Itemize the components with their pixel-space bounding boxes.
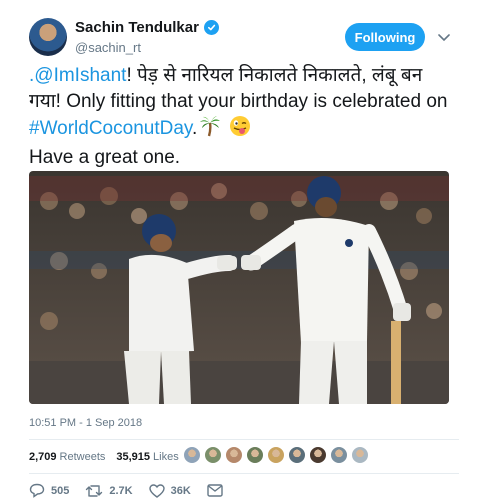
divider <box>29 439 459 440</box>
divider <box>29 473 459 474</box>
author-handle[interactable]: @sachin_rt <box>75 40 141 55</box>
author-name-row: Sachin Tendulkar <box>75 19 219 36</box>
likes-label: Likes <box>153 451 179 463</box>
retweet-count: 2.7K <box>109 484 133 497</box>
author-name[interactable]: Sachin Tendulkar <box>75 19 199 36</box>
tweet-actions: 505 2.7K 36K <box>29 483 245 498</box>
liker-avatar[interactable] <box>246 446 264 464</box>
tweet-closing-line: Have a great one. <box>29 147 181 168</box>
liker-avatar[interactable] <box>330 446 348 464</box>
palm-tree-icon <box>199 115 221 145</box>
liker-avatar[interactable] <box>183 446 201 464</box>
like-count: 36K <box>170 484 191 497</box>
verified-badge-icon <box>203 20 219 35</box>
liker-avatar[interactable] <box>351 446 369 464</box>
following-button[interactable]: Following <box>345 23 425 51</box>
tweet-punctuation: . <box>191 118 198 139</box>
heart-icon <box>148 483 165 498</box>
winking-tongue-face-icon <box>229 115 251 145</box>
liker-avatar[interactable] <box>309 446 327 464</box>
retweet-icon <box>86 484 103 497</box>
reply-count: 505 <box>51 484 70 497</box>
reply-icon <box>29 483 45 498</box>
retweets-stat[interactable]: 2,709 Retweets <box>29 451 105 463</box>
likers-avatars <box>183 446 369 464</box>
tweet-header: Sachin Tendulkar @sachin_rt Following <box>29 16 459 62</box>
envelope-icon <box>207 484 223 497</box>
like-button[interactable]: 36K <box>148 483 191 498</box>
tweet-timestamp[interactable]: 10:51 PM - 1 Sep 2018 <box>29 417 142 429</box>
cricket-photo <box>29 171 449 404</box>
tweet-photo[interactable] <box>29 171 449 404</box>
likes-stat[interactable]: 35,915 Likes <box>116 451 178 463</box>
mention-link[interactable]: .@ImIshant <box>29 65 126 86</box>
retweets-count: 2,709 <box>29 451 57 463</box>
liker-avatar[interactable] <box>204 446 222 464</box>
tweet-text: .@ImIshant! पेड़ से नारियल निकालते निकाल… <box>29 63 459 171</box>
reply-button[interactable]: 505 <box>29 483 69 498</box>
liker-avatar[interactable] <box>225 446 243 464</box>
liker-avatar[interactable] <box>267 446 285 464</box>
direct-message-button[interactable] <box>207 484 229 497</box>
retweet-button[interactable]: 2.7K <box>85 484 133 498</box>
tweet-stats: 2,709 Retweets 35,915 Likes <box>29 449 190 465</box>
liker-avatar[interactable] <box>288 446 306 464</box>
chevron-down-icon[interactable] <box>434 28 454 48</box>
likes-count: 35,915 <box>116 451 151 463</box>
retweets-label: Retweets <box>59 451 106 463</box>
hashtag-link[interactable]: #WorldCoconutDay <box>29 118 192 139</box>
author-avatar[interactable] <box>29 18 67 56</box>
